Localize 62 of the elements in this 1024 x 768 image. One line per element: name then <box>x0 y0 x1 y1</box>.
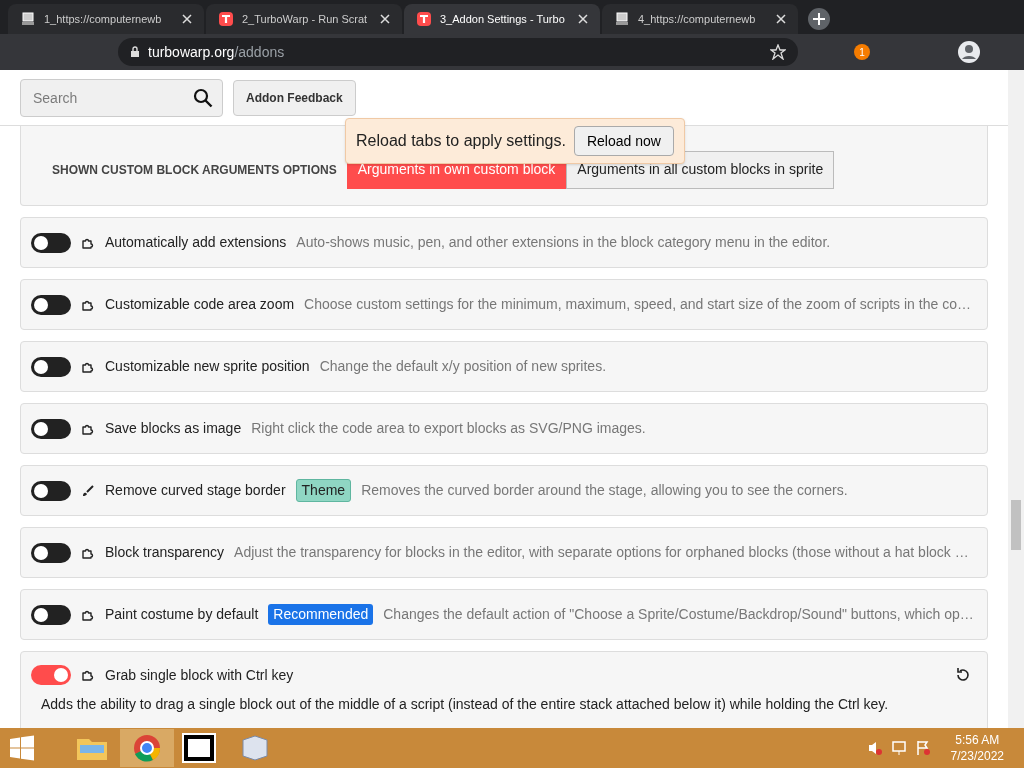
reset-icon[interactable] <box>955 667 971 683</box>
star-icon[interactable] <box>770 44 786 60</box>
addon-name: Grab single block with Ctrl key <box>105 665 294 685</box>
flag-icon[interactable] <box>914 740 931 756</box>
computer-icon <box>614 11 630 27</box>
logo-icon <box>416 11 432 27</box>
archive-app-icon[interactable] <box>182 733 216 763</box>
new-tab-icon[interactable] <box>808 8 830 30</box>
toggle-switch[interactable] <box>31 294 71 315</box>
addon-description: Changes the default action of "Choose a Sprite/Costume/Backdrop/Sound" buttons, which op… <box>383 605 974 624</box>
addon-description: Choose custom settings for the minimum, maximum, speed, and start size of the zoom of scripts in the co… <box>304 295 971 314</box>
profile-icon[interactable] <box>958 41 980 63</box>
brush-icon <box>81 483 95 498</box>
app-icon[interactable] <box>240 734 270 762</box>
addon-name: Customizable code area zoom <box>105 295 295 314</box>
computer-icon <box>20 11 36 27</box>
address-bar[interactable]: turbowarp.org/addons <box>118 38 798 66</box>
feedback-button[interactable]: Addon Feedback <box>233 79 356 116</box>
search-icon[interactable] <box>193 87 213 108</box>
addon-tag: Theme <box>295 479 352 502</box>
toggle-switch[interactable] <box>31 232 71 253</box>
addon-description: Change the default x/y position of new sprites. <box>319 357 607 376</box>
addon-description: Auto-shows music, pen, and other extensions in the block category menu in the editor. <box>296 233 831 252</box>
addon-description: Removes the curved border around the stage, allowing you to see the corners. <box>361 481 848 500</box>
toggle-switch[interactable] <box>31 604 71 625</box>
toggle-switch[interactable] <box>31 356 71 377</box>
scrollbar[interactable] <box>1008 70 1024 728</box>
close-icon[interactable] <box>578 14 588 24</box>
addon-name: Block transparency <box>105 543 225 562</box>
search-field[interactable]: Search <box>20 78 223 117</box>
toggle-switch[interactable] <box>31 665 71 685</box>
browser-tab[interactable]: 3_Addon Settings - Turbo <box>404 4 600 34</box>
browser-tab[interactable]: 2_TurboWarp - Run Scrat <box>206 4 402 34</box>
browser-tab[interactable]: 1_https://computernewb <box>8 4 204 34</box>
toggle-switch[interactable] <box>31 542 71 563</box>
clock-time: 5:56 AM <box>955 732 1000 748</box>
reload-button[interactable]: Reload now <box>573 126 674 156</box>
addon-description: Right click the code area to export blocks as SVG/PNG images. <box>251 419 646 438</box>
close-icon[interactable] <box>182 14 192 24</box>
addon-name: Remove curved stage border <box>105 481 286 500</box>
close-icon[interactable] <box>776 14 786 24</box>
lock-icon <box>130 46 140 58</box>
toast-message: Reload tabs to apply settings. <box>356 131 566 151</box>
speaker-muted-icon[interactable] <box>866 740 883 756</box>
addon-description: Adjust the transparency for blocks in the editor, with separate options for orphaned blocks (those without a hat block … <box>234 543 969 562</box>
clock-date: 7/23/2022 <box>950 748 1004 764</box>
windows-icon[interactable] <box>8 734 36 762</box>
addon-tag: Recommended <box>268 604 374 625</box>
browser-icon[interactable] <box>120 729 174 767</box>
addon-name: Automatically add extensions <box>105 233 287 252</box>
logo-icon <box>218 11 234 27</box>
close-icon[interactable] <box>380 14 390 24</box>
puzzle-icon <box>81 668 95 682</box>
url-text: turbowarp.org/addons <box>148 42 286 62</box>
addon-description: Adds the ability to drag a single block out of the middle of a script (instead of the entire stack attached below it) while holding the Ctrl key. <box>41 695 890 714</box>
browser-tab[interactable]: 4_https://computernewb <box>602 4 798 34</box>
addon-name: Paint costume by default <box>105 605 259 624</box>
toggle-switch[interactable] <box>31 418 71 439</box>
toggle-switch[interactable] <box>31 480 71 501</box>
addon-name: Customizable new sprite position <box>105 357 310 376</box>
addon-name: Save blocks as image <box>105 419 242 438</box>
setting-label: SHOWN CUSTOM BLOCK ARGUMENTS OPTIONS <box>52 161 337 179</box>
